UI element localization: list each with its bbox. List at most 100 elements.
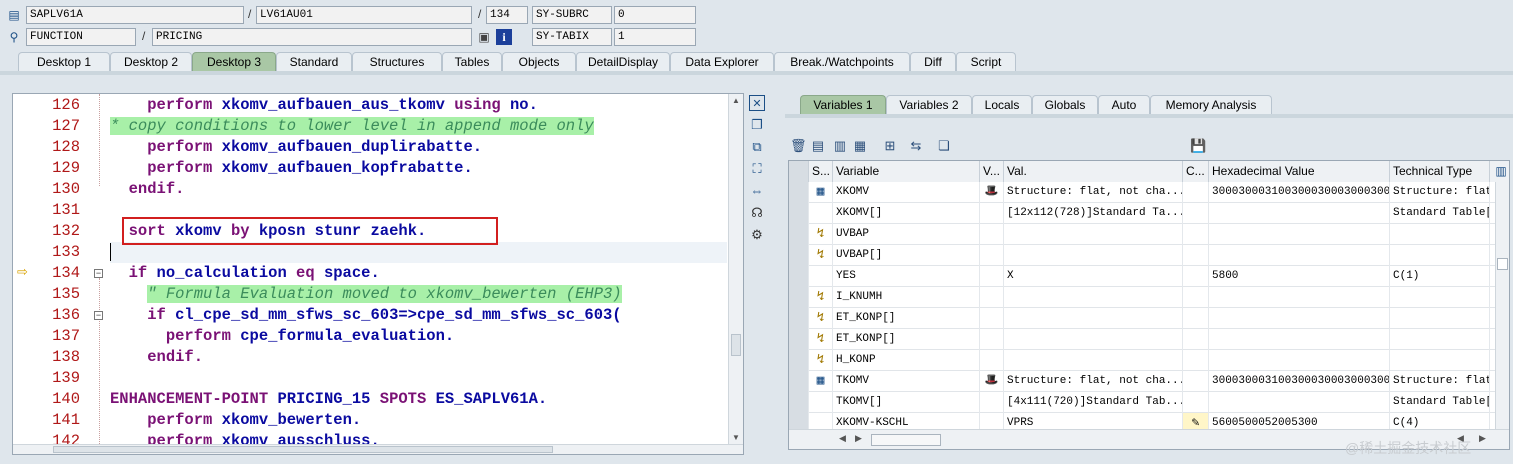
table-row[interactable]: TKOMV[] [4x111(720)]Standard Tab... Standa… [789,392,1509,413]
table-row[interactable]: ↯ UVBAP [789,224,1509,245]
hierarchy-icon[interactable]: ⊞ [882,138,898,154]
scroll-thumb[interactable] [1497,258,1508,270]
row-selector[interactable] [789,182,809,203]
swap-icon[interactable]: ⇔ [749,183,765,199]
close-icon[interactable]: ✕ [749,95,765,111]
cell-val [1004,224,1183,245]
row-selector[interactable] [789,224,809,245]
line-number: 136 [52,306,80,324]
scroll-thumb[interactable] [871,434,941,446]
editor-vertical-scrollbar[interactable]: ▲ ▼ [728,94,743,454]
maximize-icon[interactable]: ⛶ [749,161,765,177]
column-settings-icon[interactable]: ▥ [1490,161,1509,182]
scroll-right-icon[interactable]: ▶ [855,433,862,444]
line-field[interactable]: 134 [486,6,528,24]
tab-detail-display[interactable]: DetailDisplay [576,52,670,71]
table-row[interactable]: ↯ H_KONP [789,350,1509,371]
program-field[interactable]: SAPLV61A [26,6,244,24]
save-icon[interactable]: 💾 [1190,138,1206,154]
tab-variables-1[interactable]: Variables 1 [800,95,886,114]
tab-script[interactable]: Script [956,52,1016,71]
table-row[interactable]: YES X 5800 C(1) [789,266,1509,287]
scroll-right-icon[interactable]: ▶ [1479,433,1486,444]
table-row[interactable]: ▦ TKOMV 🎩 Structure: flat, not cha... 300030… [789,371,1509,392]
info-icon[interactable]: i [496,29,512,45]
import-icon[interactable]: ▥ [832,138,848,154]
tab-desktop-3[interactable]: Desktop 3 [192,52,276,71]
tab-tables[interactable]: Tables [442,52,502,71]
editor-horizontal-scrollbar[interactable] [13,444,743,454]
tab-auto[interactable]: Auto [1098,95,1150,114]
table-row[interactable]: ↯ ET_KONP[] [789,308,1509,329]
variables-grid[interactable]: S... Variable V... Val. C... Hexadecimal… [788,160,1510,450]
col-header-val[interactable]: Val. [1004,161,1183,182]
table-row[interactable]: ▦ XKOMV 🎩 Structure: flat, not cha... 300030… [789,182,1509,203]
export-icon[interactable]: ▦ [852,138,868,154]
fold-guide [99,278,100,454]
tab-globals[interactable]: Globals [1032,95,1098,114]
change-cell [1183,245,1209,266]
col-header-hex[interactable]: Hexadecimal Value [1209,161,1390,182]
scroll-left-icon[interactable]: ◀ [839,433,846,444]
scroll-thumb[interactable] [731,334,741,356]
row-selector-header[interactable] [789,161,809,182]
tab-structures[interactable]: Structures [352,52,442,71]
change-cell [1183,287,1209,308]
headset-icon[interactable]: ☊ [749,205,765,221]
col-header-s[interactable]: S... [809,161,833,182]
tab-locals[interactable]: Locals [972,95,1032,114]
scroll-thumb[interactable] [53,446,553,453]
scroll-up-icon[interactable]: ▲ [732,96,740,105]
table-row[interactable]: XKOMV[] [12x112(728)]Standard Ta... Standa… [789,203,1509,224]
tab-desktop-2[interactable]: Desktop 2 [110,52,192,71]
line-number: 128 [52,138,80,156]
row-selector[interactable] [789,266,809,287]
layout-icon[interactable]: ⧉ [749,139,765,155]
row-selector[interactable] [789,392,809,413]
tab-desktop-1[interactable]: Desktop 1 [18,52,110,71]
include-field[interactable]: LV61AU01 [256,6,472,24]
hat-icon[interactable]: 🎩 [980,371,1004,392]
fold-toggle-icon[interactable]: − [94,269,103,278]
tab-memory-analysis[interactable]: Memory Analysis [1150,95,1272,114]
fold-toggle-icon[interactable]: − [94,311,103,320]
grid-vertical-scrollbar[interactable] [1495,182,1509,430]
tab-data-explorer[interactable]: Data Explorer [670,52,774,71]
insert-icon[interactable]: ▤ [810,138,826,154]
tab-objects[interactable]: Objects [502,52,576,71]
col-header-v[interactable]: V... [980,161,1004,182]
row-selector[interactable] [789,371,809,392]
tab-break-watchpoints[interactable]: Break./Watchpoints [774,52,910,71]
line-number: 140 [52,390,80,408]
col-header-c[interactable]: C... [1183,161,1209,182]
code-editor[interactable]: ⇨ 126 127 128 129 130 131 132 133 134 13… [12,93,744,455]
line-gutter: ⇨ 126 127 128 129 130 131 132 133 134 13… [13,94,108,454]
event-type-field[interactable]: FUNCTION [26,28,136,46]
settings-icon[interactable]: ⚙ [749,227,765,243]
tab-diff[interactable]: Diff [910,52,956,71]
row-selector[interactable] [789,287,809,308]
slash-separator: / [248,7,252,21]
table-row[interactable]: ↯ UVBAP[] [789,245,1509,266]
row-selector[interactable] [789,308,809,329]
new-window-icon[interactable]: ❐ [749,117,765,133]
tab-standard[interactable]: Standard [276,52,352,71]
table-row[interactable]: ↯ I_KNUMH [789,287,1509,308]
row-selector[interactable] [789,329,809,350]
table-row[interactable]: ↯ ET_KONP[] [789,329,1509,350]
row-selector[interactable] [789,245,809,266]
delete-icon[interactable]: 🗑 [790,138,807,154]
row-selector[interactable] [789,350,809,371]
display-icon[interactable]: ▣ [476,29,492,45]
tab-variables-2[interactable]: Variables 2 [886,95,972,114]
scroll-down-icon[interactable]: ▼ [732,433,740,442]
col-header-type[interactable]: Technical Type [1390,161,1490,182]
copy-icon[interactable]: ❏ [936,138,952,154]
hat-icon[interactable]: 🎩 [980,182,1004,203]
row-selector[interactable] [789,203,809,224]
col-header-variable[interactable]: Variable [833,161,980,182]
line-number: 134 [52,264,80,282]
transfer-icon[interactable]: ⇆ [908,138,924,154]
event-name-field[interactable]: PRICING [152,28,472,46]
